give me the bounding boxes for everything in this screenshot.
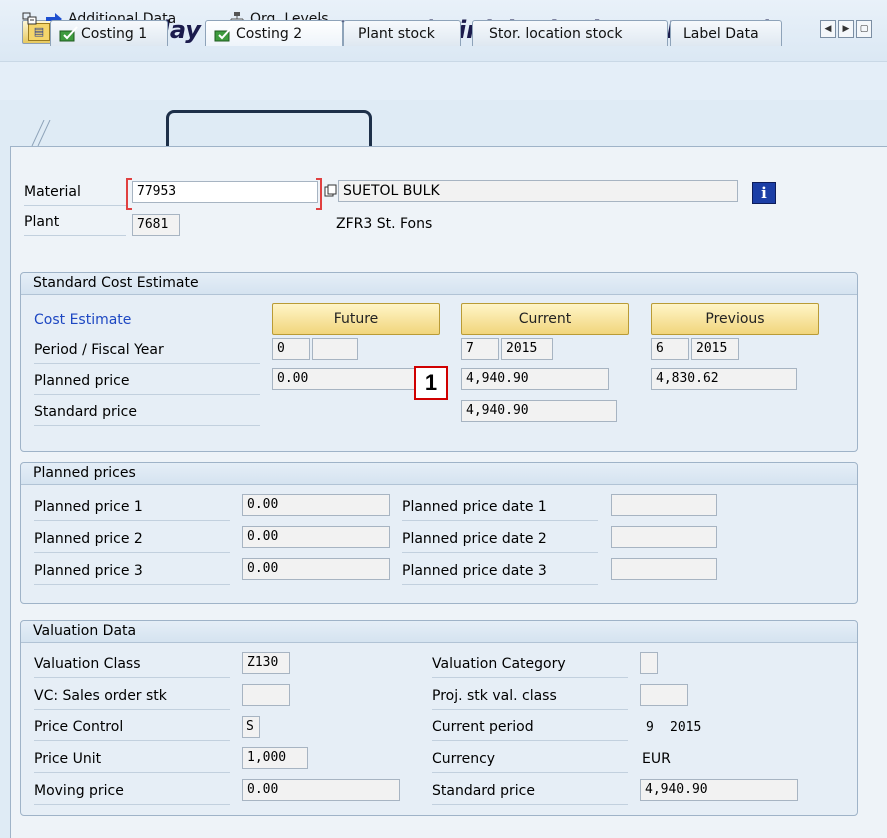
current-button[interactable]: Current — [461, 303, 629, 335]
current-standard-price-field[interactable]: 4,940.90 — [461, 400, 617, 422]
planned-price-2-label: Planned price 2 — [34, 531, 230, 553]
tab-scroll-left-button[interactable]: ◀ — [820, 20, 836, 38]
current-period-year-value: 2015 — [670, 720, 702, 735]
material-description-field: SUETOL BULK — [338, 180, 738, 202]
planned-price-date-2-field[interactable] — [611, 526, 717, 548]
currency-label: Currency — [432, 751, 628, 773]
price-control-field[interactable]: S — [242, 716, 260, 738]
info-icon[interactable]: i — [752, 182, 776, 204]
costing-icon — [59, 25, 79, 42]
valuation-category-label: Valuation Category — [432, 656, 628, 678]
cost-estimate-link[interactable]: Cost Estimate — [34, 312, 131, 328]
copy-icon[interactable] — [324, 184, 338, 198]
tab-list-button[interactable]: ▢ — [856, 20, 872, 38]
other-material-icon — [22, 12, 38, 26]
valuation-data-header: Valuation Data — [21, 621, 857, 643]
plant-field[interactable]: 7681 — [132, 214, 180, 236]
tab-costing-1[interactable]: Costing 1 — [50, 20, 168, 46]
valuation-category-field[interactable] — [640, 652, 658, 674]
required-bracket-right — [316, 178, 322, 210]
material-field[interactable]: 77953 — [132, 181, 318, 203]
tab-label-data[interactable]: Label Data — [670, 20, 782, 46]
vc-sales-order-stk-label: VC: Sales order stk — [34, 688, 230, 710]
planned-price-date-1-label: Planned price date 1 — [402, 499, 598, 521]
price-unit-field[interactable]: 1,000 — [242, 747, 308, 769]
vc-sales-order-stk-field[interactable] — [242, 684, 290, 706]
current-year-field[interactable]: 2015 — [501, 338, 553, 360]
costing-icon — [214, 25, 234, 42]
tab-stor-location-stock[interactable]: Stor. location stock — [472, 20, 668, 46]
planned-price-date-3-field[interactable] — [611, 558, 717, 580]
tab-label: Stor. location stock — [489, 25, 623, 42]
valuation-standard-price-field[interactable]: 4,940.90 — [640, 779, 798, 801]
valuation-class-label: Valuation Class — [34, 656, 230, 678]
tab-list-icon: ▢ — [859, 24, 869, 34]
tab-overflow-indicator — [30, 119, 52, 147]
valuation-standard-price-label: Standard price — [432, 783, 628, 805]
future-year-field[interactable] — [312, 338, 358, 360]
previous-year-field[interactable]: 2015 — [691, 338, 739, 360]
tab-scroll-right-button[interactable]: ▶ — [838, 20, 854, 38]
application-toolbar — [0, 62, 887, 100]
plant-description: ZFR3 St. Fons — [336, 216, 433, 232]
tab-label: Costing 2 — [236, 25, 303, 42]
standard-cost-estimate-header: Standard Cost Estimate — [21, 273, 857, 295]
previous-planned-price-field[interactable]: 4,830.62 — [651, 368, 797, 390]
planned-prices-header: Planned prices — [21, 463, 857, 485]
annotation-marker: 1 — [414, 366, 448, 400]
planned-price-date-1-field[interactable] — [611, 494, 717, 516]
price-control-label: Price Control — [34, 719, 230, 741]
current-period-label: Current period — [432, 719, 628, 741]
planned-price-2-field[interactable]: 0.00 — [242, 526, 390, 548]
previous-period-field[interactable]: 6 — [651, 338, 689, 360]
proj-stk-val-class-field[interactable] — [640, 684, 688, 706]
tab-label: Plant stock — [358, 25, 435, 42]
proj-stk-val-class-label: Proj. stk val. class — [432, 688, 628, 710]
planned-price-date-2-label: Planned price date 2 — [402, 531, 598, 553]
current-planned-price-field[interactable]: 4,940.90 — [461, 368, 609, 390]
planned-price-3-label: Planned price 3 — [34, 563, 230, 585]
currency-value: EUR — [642, 751, 671, 767]
chevron-left-icon: ◀ — [824, 24, 832, 34]
tab-plant-stock[interactable]: Plant stock — [343, 20, 461, 46]
tab-label: Costing 1 — [81, 25, 148, 42]
current-period-field[interactable]: 7 — [461, 338, 499, 360]
planned-price-date-3-label: Planned price date 3 — [402, 563, 598, 585]
planned-price-1-field[interactable]: 0.00 — [242, 494, 390, 516]
planned-price-3-field[interactable]: 0.00 — [242, 558, 390, 580]
chevron-right-icon: ▶ — [842, 24, 850, 34]
future-button[interactable]: Future — [272, 303, 440, 335]
previous-button[interactable]: Previous — [651, 303, 819, 335]
other-material-button[interactable] — [22, 8, 42, 30]
tab-label: Label Data — [683, 25, 759, 42]
material-label: Material — [24, 184, 126, 206]
future-planned-price-field[interactable]: 0.00 — [272, 368, 418, 390]
period-fiscal-year-label: Period / Fiscal Year — [34, 342, 260, 364]
tab-costing-2[interactable]: Costing 2 — [205, 20, 343, 46]
plant-label: Plant — [24, 214, 126, 236]
price-unit-label: Price Unit — [34, 751, 230, 773]
moving-price-field[interactable]: 0.00 — [242, 779, 400, 801]
standard-price-label: Standard price — [34, 404, 260, 426]
tab-strip — [0, 100, 887, 150]
valuation-class-field[interactable]: Z130 — [242, 652, 290, 674]
planned-price-1-label: Planned price 1 — [34, 499, 230, 521]
planned-price-label: Planned price — [34, 373, 260, 395]
moving-price-label: Moving price — [34, 783, 230, 805]
current-period-value: 9 — [646, 720, 654, 735]
future-period-field[interactable]: 0 — [272, 338, 310, 360]
